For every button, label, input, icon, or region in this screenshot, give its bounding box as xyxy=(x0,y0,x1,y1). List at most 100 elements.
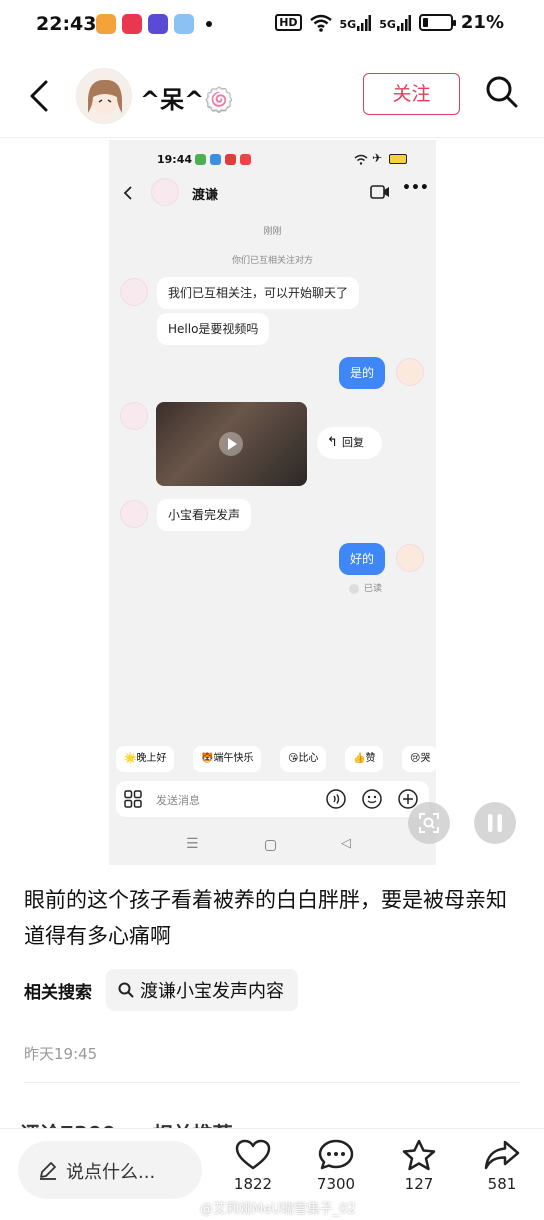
status-right: HD 5G 5G 21% xyxy=(275,12,504,33)
embedded-emoji-icon xyxy=(362,789,382,809)
embedded-message-bubble: 小宝看完发声 xyxy=(157,499,252,531)
back-arrow-icon[interactable] xyxy=(26,78,54,114)
embedded-quick-reply: 🌟晚上好 xyxy=(116,746,175,772)
embedded-message-bubble-me: 好的 xyxy=(339,543,386,575)
embedded-read-label: 已读 xyxy=(364,584,383,594)
post-image-chat-screenshot[interactable]: 19:44 ✈ 渡谦 ••• 刚刚 你们已互相关注对方 我们已互相关注，可以开始… xyxy=(109,140,436,865)
related-search: 相关搜索 渡谦小宝发声内容 xyxy=(24,968,298,1012)
video-app-icon xyxy=(148,14,168,34)
battery-percent: 21% xyxy=(460,12,504,33)
embedded-quick-reply: 🐯端午快乐 xyxy=(193,746,262,772)
status-bar: 22:43 HD 5G 5G 21% xyxy=(0,0,544,50)
embedded-read-avatar-icon xyxy=(349,583,359,594)
wifi-icon xyxy=(309,14,332,32)
crying-emoji-icon: 😢 xyxy=(410,753,421,764)
pause-button[interactable] xyxy=(474,802,516,844)
watermark: @艾莉娅MeU瑞雪集子_02 xyxy=(200,1202,356,1217)
pencil-icon xyxy=(40,1162,56,1180)
embedded-system-note: 你们已互相关注对方 xyxy=(231,256,313,266)
lens-search-icon xyxy=(419,813,439,833)
embedded-menu-icon: ☰ xyxy=(186,836,199,852)
embedded-quick-reply: 😘比心 xyxy=(280,746,327,772)
embedded-play-icon xyxy=(219,432,243,456)
status-time: 22:43 xyxy=(36,13,97,35)
post-date: 昨天19:45 xyxy=(24,1045,98,1063)
embedded-wifi-icon xyxy=(354,154,368,165)
embedded-contact-avatar xyxy=(120,500,148,528)
battery-fill xyxy=(422,18,428,27)
embedded-app-icon xyxy=(240,154,251,165)
like-button[interactable]: 1822 xyxy=(223,1139,283,1193)
more-notifications-dot xyxy=(206,21,212,27)
embedded-message-input: 发送消息 xyxy=(116,781,429,817)
comment-button[interactable]: 7300 xyxy=(306,1139,366,1193)
embedded-contact-avatar xyxy=(120,402,148,430)
embedded-read-receipt: 已读 xyxy=(349,581,382,594)
tiger-emoji-icon: 🐯 xyxy=(201,753,214,764)
embedded-grid-icon xyxy=(124,790,142,808)
thumbs-up-emoji-icon: 👍 xyxy=(353,753,366,764)
comment-bubble-icon xyxy=(318,1139,354,1170)
embedded-video-call-icon xyxy=(370,185,389,199)
embedded-home-icon xyxy=(265,840,276,851)
comment-input[interactable]: 说点什么... xyxy=(18,1141,202,1199)
author-avatar[interactable] xyxy=(76,68,132,124)
embedded-app-icon xyxy=(210,154,221,165)
hd-icon: HD xyxy=(275,14,302,31)
embedded-reply-arrow-icon: ↰ xyxy=(327,435,343,450)
embedded-my-avatar xyxy=(396,358,424,386)
embedded-voice-icon xyxy=(326,789,346,809)
embedded-my-avatar xyxy=(396,544,424,572)
pause-icon xyxy=(488,814,502,832)
related-search-label: 相关搜索 xyxy=(24,982,92,1003)
like-count: 1822 xyxy=(233,1175,273,1193)
image-search-button[interactable] xyxy=(408,802,450,844)
search-icon xyxy=(118,982,134,998)
embedded-contact-avatar xyxy=(120,278,148,306)
follow-button[interactable]: 关注 xyxy=(363,73,460,115)
embedded-message-bubble: Hello是要视频吗 xyxy=(157,313,270,345)
embedded-video-message xyxy=(156,402,307,486)
share-arrow-icon xyxy=(484,1140,520,1170)
star-icon xyxy=(402,1139,436,1171)
embedded-message-bubble: 我们已互相关注，可以开始聊天了 xyxy=(157,277,360,309)
weather-icon xyxy=(174,14,194,34)
embedded-back-nav-icon: ◁ xyxy=(341,836,351,851)
post-caption: 眼前的这个孩子看着被养的白白胖胖，要是被母亲知道得有多心痛啊 xyxy=(24,888,507,948)
embedded-back-icon xyxy=(123,186,132,200)
signal-icon-2: 5G xyxy=(379,14,411,31)
embedded-reply-chip: ↰ 回复 xyxy=(317,427,382,459)
share-button[interactable]: 581 xyxy=(472,1139,532,1193)
embedded-app-icon xyxy=(225,154,236,165)
status-app-icons xyxy=(96,14,212,34)
related-search-chip[interactable]: 渡谦小宝发声内容 xyxy=(106,969,298,1011)
embedded-quick-reply: 😢哭 xyxy=(402,746,436,772)
comment-placeholder: 说点什么... xyxy=(66,1162,156,1183)
search-icon[interactable] xyxy=(484,74,520,110)
embedded-status-time: 19:44 xyxy=(157,153,193,166)
weibo-icon xyxy=(96,14,116,34)
comment-count: 7300 xyxy=(316,1175,356,1193)
embedded-contact-name: 渡谦 xyxy=(192,188,219,203)
embedded-airplane-icon: ✈ xyxy=(372,151,383,165)
embedded-more-icon: ••• xyxy=(402,180,429,196)
post-header: ^呆^🍥 关注 xyxy=(0,56,544,138)
shopping-app-icon xyxy=(122,14,142,34)
heart-face-emoji-icon: 😘 xyxy=(288,753,299,764)
embedded-status-bar: 19:44 ✈ xyxy=(109,140,436,178)
share-count: 581 xyxy=(487,1175,517,1193)
embedded-app-icon xyxy=(195,154,206,165)
signal-icon-1: 5G xyxy=(340,14,372,31)
embedded-nav-bar: ☰ ◁ xyxy=(109,832,436,862)
embedded-quick-reply: 👍赞 xyxy=(345,746,384,772)
favorite-count: 127 xyxy=(404,1175,434,1193)
star-emoji-icon: 🌟 xyxy=(124,753,137,764)
embedded-contact-avatar xyxy=(151,178,179,206)
divider xyxy=(24,1082,520,1083)
battery-icon xyxy=(418,14,456,31)
favorite-button[interactable]: 127 xyxy=(389,1139,449,1193)
embedded-input-placeholder: 发送消息 xyxy=(156,794,200,807)
embedded-chat-header: 渡谦 ••• xyxy=(109,178,436,208)
author-name[interactable]: ^呆^🍥 xyxy=(140,80,234,115)
related-search-query: 渡谦小宝发声内容 xyxy=(140,981,284,1002)
